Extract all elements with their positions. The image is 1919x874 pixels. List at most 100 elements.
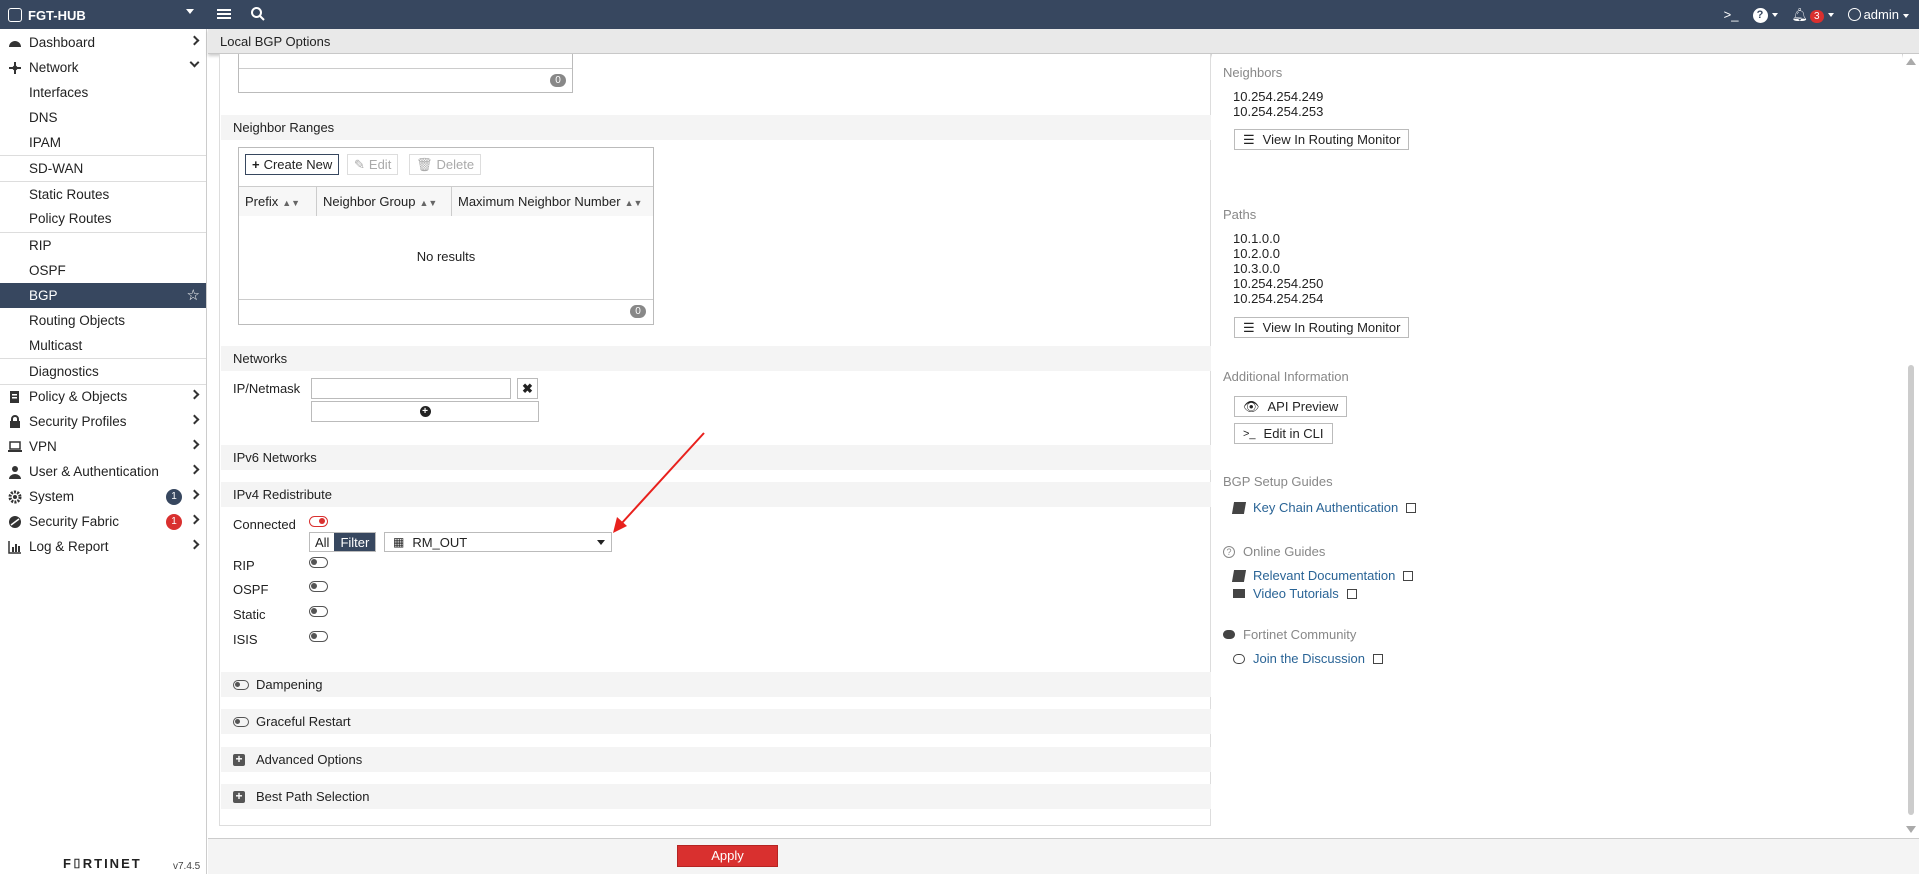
add-entry-button[interactable]: + — [311, 401, 539, 422]
static-toggle[interactable] — [309, 606, 328, 617]
remove-entry-button[interactable]: ✖ — [517, 378, 538, 399]
graceful-restart-header[interactable]: Graceful Restart — [221, 709, 1211, 734]
edit-in-cli-button[interactable]: >_ Edit in CLI — [1234, 423, 1333, 444]
sidebar-item-label: Routing Objects — [29, 313, 126, 328]
notifications-button[interactable]: 🔔︎ 3 — [1792, 7, 1834, 23]
comments-icon — [1223, 630, 1235, 639]
section-title: Networks — [233, 351, 288, 366]
ospf-label: OSPF — [233, 582, 269, 597]
star-icon[interactable]: ☆ — [187, 286, 200, 304]
device-dropdown-caret-icon[interactable] — [186, 9, 194, 14]
sidebar-item-ipam[interactable]: IPAM — [0, 130, 206, 155]
search-icon[interactable] — [250, 6, 266, 22]
chevron-right-icon — [189, 439, 200, 450]
route-map-select[interactable]: ▦ RM_OUT — [384, 532, 612, 552]
sidebar-item-interfaces[interactable]: Interfaces — [0, 80, 206, 105]
expand-plus-icon[interactable]: + — [233, 790, 245, 803]
sidebar-item-rip[interactable]: RIP — [0, 233, 206, 258]
terminal-icon: >_ — [1243, 427, 1256, 440]
vertical-scrollbar[interactable] — [1903, 54, 1919, 840]
sidebar-item-bgp[interactable]: BGP ☆ — [0, 283, 206, 308]
all-option[interactable]: All — [310, 533, 335, 551]
device-selector[interactable]: FGT-HUB — [8, 6, 86, 24]
expand-plus-icon[interactable]: + — [233, 753, 245, 766]
section-title: IPv4 Redistribute — [233, 487, 332, 502]
connected-label: Connected — [233, 517, 296, 532]
sidebar-item-label: System — [29, 489, 75, 504]
user-menu[interactable]: admin — [1847, 7, 1909, 22]
delete-button[interactable]: 🗑︎ Delete — [409, 154, 482, 175]
sidebar-item-log-report[interactable]: Log & Report — [0, 534, 206, 559]
sidebar-item-multicast[interactable]: Multicast — [0, 333, 206, 358]
notifications-caret-icon — [1827, 13, 1834, 18]
main-form: 0 Neighbor Ranges + Create New ✎ Edit 🗑︎… — [219, 54, 1211, 826]
user-caret-icon — [1903, 13, 1909, 18]
version-label: v7.4.5 — [173, 861, 201, 872]
sidebar-item-label: Interfaces — [29, 85, 89, 100]
sidebar-item-label: OSPF — [29, 263, 66, 278]
view-routing-monitor-button[interactable]: ☰ View In Routing Monitor — [1234, 129, 1410, 150]
sidebar-item-policy-routes[interactable]: Policy Routes — [0, 206, 206, 231]
bottom-bar: Apply — [208, 838, 1919, 874]
video-tutorials-link[interactable]: Video Tutorials — [1233, 586, 1357, 601]
sidebar-item-policy-objects[interactable]: Policy & Objects — [0, 384, 206, 409]
relevant-documentation-link[interactable]: Relevant Documentation — [1231, 568, 1414, 583]
connected-toggle[interactable] — [309, 516, 328, 527]
dampening-toggle[interactable] — [233, 680, 249, 690]
menu-toggle-icon[interactable] — [217, 7, 231, 21]
bell-icon: 🔔︎ — [1791, 6, 1809, 22]
sidebar-item-ospf[interactable]: OSPF — [0, 258, 206, 283]
column-header-neighbor-group[interactable]: Neighbor Group ▲▼ — [317, 187, 452, 216]
ipnetmask-input[interactable] — [311, 378, 511, 399]
sidebar-item-system[interactable]: System 1 — [0, 484, 206, 509]
button-label: Edit in CLI — [1263, 426, 1324, 441]
sidebar-item-security-profiles[interactable]: Security Profiles — [0, 409, 206, 434]
sort-icon: ▲▼ — [419, 198, 438, 208]
sidebar-item-label: Diagnostics — [29, 364, 99, 379]
rip-toggle[interactable] — [309, 557, 328, 568]
sidebar-item-dashboard[interactable]: Dashboard — [0, 30, 206, 55]
path-item: 10.3.0.0 — [1233, 261, 1280, 276]
advanced-options-header[interactable]: + Advanced Options — [221, 747, 1211, 772]
dampening-header[interactable]: Dampening — [221, 672, 1211, 697]
join-discussion-link[interactable]: Join the Discussion — [1233, 651, 1383, 666]
sidebar-item-label: Multicast — [29, 338, 83, 353]
sidebar-item-dns[interactable]: DNS — [0, 105, 206, 130]
apply-button[interactable]: Apply — [677, 845, 778, 867]
create-new-button[interactable]: + Create New — [245, 154, 340, 175]
scrollbar-thumb[interactable] — [1908, 365, 1914, 815]
key-chain-authentication-link[interactable]: Key Chain Authentication — [1231, 500, 1417, 515]
filter-option[interactable]: Filter — [334, 533, 376, 551]
device-name: FGT-HUB — [28, 7, 86, 23]
additional-info-title: Additional Information — [1223, 369, 1349, 384]
graceful-restart-toggle[interactable] — [233, 717, 249, 727]
column-header-maximum-neighbor-number[interactable]: Maximum Neighbor Number ▲▼ — [452, 187, 653, 216]
laptop-icon — [8, 441, 22, 452]
column-header-prefix[interactable]: Prefix ▲▼ — [239, 187, 317, 216]
sidebar-item-vpn[interactable]: VPN — [0, 434, 206, 459]
isis-toggle[interactable] — [309, 631, 328, 642]
edit-button[interactable]: ✎ Edit — [347, 154, 399, 175]
view-routing-monitor-button[interactable]: ☰ View In Routing Monitor — [1234, 317, 1410, 338]
scroll-up-icon[interactable] — [1906, 58, 1916, 65]
external-link-icon — [1346, 588, 1357, 599]
cli-console-button[interactable]: >_ — [1724, 7, 1739, 22]
section-title: Online Guides — [1243, 544, 1326, 559]
link-label: Key Chain Authentication — [1253, 500, 1399, 515]
help-button[interactable]: ? — [1752, 6, 1778, 23]
chevron-right-icon — [189, 514, 200, 525]
api-preview-button[interactable]: 👁︎ API Preview — [1234, 396, 1348, 417]
best-path-selection-header[interactable]: + Best Path Selection — [221, 784, 1211, 809]
ospf-toggle[interactable] — [309, 581, 328, 592]
sidebar-item-diagnostics[interactable]: Diagnostics — [0, 359, 206, 384]
sidebar-item-routing-objects[interactable]: Routing Objects — [0, 308, 206, 333]
sidebar-item-label: User & Authentication — [29, 464, 159, 479]
sidebar-item-static-routes[interactable]: Static Routes — [0, 182, 206, 207]
sidebar-item-sd-wan[interactable]: SD-WAN — [0, 156, 206, 181]
scroll-down-icon[interactable] — [1906, 826, 1916, 833]
trash-icon: 🗑︎ — [416, 156, 433, 172]
sidebar-item-security-fabric[interactable]: Security Fabric 1 — [0, 509, 206, 534]
chevron-right-icon — [189, 414, 200, 425]
sidebar-item-network[interactable]: Network — [0, 55, 206, 80]
sidebar-item-user-authentication[interactable]: User & Authentication — [0, 459, 206, 484]
